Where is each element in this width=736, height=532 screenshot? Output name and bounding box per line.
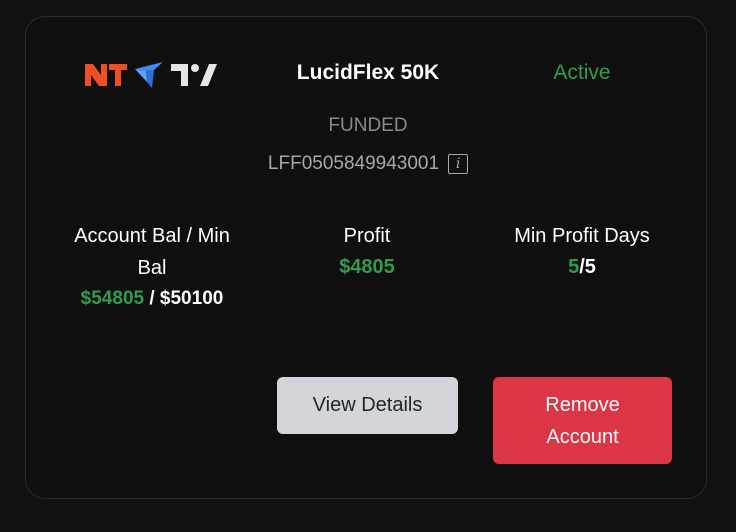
min-profit-days-values: 5/5 [492,252,672,282]
min-balance: $50100 [159,288,224,309]
current-balance: $54805 [80,288,145,309]
account-type-label: FUNDED [328,115,408,136]
ninjatrader-logo [85,64,127,86]
view-details-button[interactable]: View Details [277,377,458,434]
min-profit-days-stat: Min Profit Days 5/5 [492,220,672,282]
account-plan-title: LucidFlex 50K [296,61,440,84]
platform-logos [84,60,218,90]
tradingview-logo [171,64,217,86]
account-id: LFF0505849943001 [267,153,440,174]
profit-value: $4805 [339,256,395,278]
balance-values: $54805 / $50100 [62,284,242,314]
min-profit-days-label: Min Profit Days [514,225,650,247]
account-id-row: LFF0505849943001 i [206,153,530,175]
balance-stat: Account Bal / Min Bal $54805 / $50100 [62,220,242,314]
profit-days-required: /5 [579,256,596,278]
profit-label: Profit [343,225,391,247]
status-badge: Active [553,61,611,84]
account-card: LucidFlex 50K Active FUNDED LFF050584994… [25,16,707,499]
profit-days-completed: 5 [568,256,580,278]
remove-account-button[interactable]: Remove Account [493,377,672,464]
info-icon[interactable]: i [448,154,469,174]
tradovate-logo [135,62,163,88]
balance-separator: / [144,288,160,309]
profit-stat: Profit $4805 [287,220,447,282]
balance-label: Account Bal / Min Bal [74,225,230,279]
